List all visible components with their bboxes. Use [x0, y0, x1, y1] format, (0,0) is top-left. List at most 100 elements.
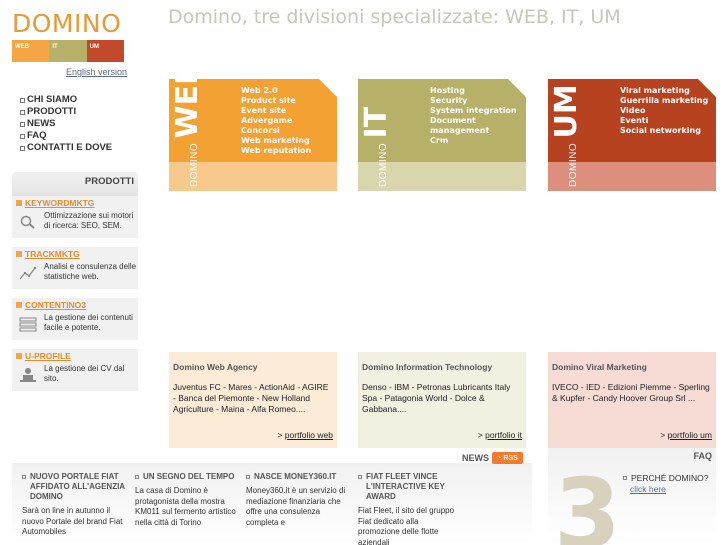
news-title-text: NASCE MONEY360.IT — [254, 472, 337, 481]
news-title-text: UN SEGNO DEL TEMPO — [143, 472, 235, 481]
layers-icon — [19, 317, 37, 332]
division-web[interactable]: DOMINO WEB Web 2.0 Product site Event si… — [169, 62, 337, 191]
division-brand: DOMINO UM — [549, 84, 584, 187]
service-item[interactable]: Product site — [241, 96, 311, 106]
square-bullet-icon — [623, 476, 627, 480]
product-keywordmktg[interactable]: KEYWORDMKTG Ottimizzazione sui motori di… — [12, 196, 138, 238]
service-item[interactable]: Eventi — [620, 116, 708, 126]
nav-item-contatti[interactable]: CONTATTI E DOVE — [20, 142, 112, 154]
agency-title: Domino Information Technology — [362, 362, 493, 372]
portfolio-it-link[interactable]: portfolio it — [485, 430, 522, 440]
service-item[interactable]: Crm — [430, 136, 526, 146]
product-u-profile[interactable]: U-PROFILE La gestione dei CV dal sito. — [12, 349, 138, 391]
service-item[interactable]: Event site — [241, 106, 311, 116]
service-item[interactable]: Advergame — [241, 116, 311, 126]
product-name: KEYWORDMKTG — [25, 198, 95, 208]
news-label: NEWS — [462, 453, 489, 463]
magnifier-icon — [20, 215, 35, 229]
product-name: CONTENTINO3 — [25, 300, 86, 310]
square-bullet-icon — [20, 145, 25, 151]
product-title[interactable]: KEYWORDMKTG — [16, 198, 94, 208]
service-item[interactable]: Video — [620, 106, 708, 116]
news-title[interactable]: NUOVO PORTALE FIAT AFFIDATO ALL'AGENZIA … — [22, 472, 126, 502]
portfolio-link-wrap: > portfolio it — [477, 430, 522, 440]
news-text: Fiat Fleet, il sito del gruppo Fiat dedi… — [358, 506, 455, 545]
product-desc: La gestione dei CV dal sito. — [44, 364, 125, 383]
service-item[interactable]: Web 2.0 — [241, 86, 311, 96]
agency-clients: Denso - IBM - Petronas Lubricants Italy … — [362, 382, 511, 414]
domino-logo[interactable]: DOMINO WEB IT UM — [12, 10, 124, 62]
nav-item-label: PRODOTTI — [27, 106, 77, 117]
logo-word: DOMINO — [12, 9, 122, 38]
rss-label: RSS — [503, 454, 518, 462]
brand-small: DOMINO — [568, 142, 579, 187]
rss-icon: ◔ — [497, 454, 502, 462]
news-title[interactable]: FIAT FLEET VINCE L'INTERACTIVE KEY AWARD — [358, 472, 462, 502]
faq-number: 3 — [554, 458, 621, 545]
brand-big: WEB — [170, 61, 205, 139]
service-item[interactable]: System integration — [430, 106, 526, 116]
square-bullet-icon — [20, 97, 25, 103]
division-services: Viral marketing Guerrilla marketing Vide… — [620, 86, 708, 136]
division-it[interactable]: DOMINO IT Hosting Security System integr… — [358, 79, 526, 191]
prodotti-title: PRODOTTI — [84, 176, 134, 187]
news-item[interactable]: NASCE MONEY360.IT Money360.it è un servi… — [246, 472, 350, 528]
portfolio-um-link[interactable]: portfolio um — [668, 430, 712, 440]
orange-bullet-icon — [16, 353, 22, 359]
division-services: Hosting Security System integration Docu… — [430, 86, 526, 146]
service-item[interactable]: Web reputation — [241, 146, 311, 156]
service-item[interactable]: Viral marketing — [620, 86, 708, 96]
product-title[interactable]: CONTENTINO3 — [16, 300, 86, 310]
service-item[interactable]: Concorsi — [241, 126, 311, 136]
product-title[interactable]: U-PROFILE — [16, 351, 71, 361]
faq-question[interactable]: PERCHÉ DOMINO? — [623, 473, 708, 483]
nav-item-faq[interactable]: FAQ — [20, 130, 112, 142]
news-item[interactable]: UN SEGNO DEL TEMPO La casa di Domino è p… — [135, 472, 239, 528]
service-item[interactable]: Document management — [430, 116, 526, 136]
portfolio-link-wrap: > portfolio web — [277, 430, 333, 440]
portfolio-web-link[interactable]: portfolio web — [285, 430, 333, 440]
nav-item-prodotti[interactable]: PRODOTTI — [20, 106, 112, 118]
square-bullet-icon — [20, 109, 25, 115]
nav-item-label: NEWS — [27, 118, 56, 129]
portfolio-link-wrap: > portfolio um — [660, 430, 712, 440]
rss-button[interactable]: ◔ RSS — [492, 452, 523, 464]
faq-click-here-link[interactable]: click here — [630, 484, 666, 494]
news-text: La casa di Domino è protagonista della m… — [135, 486, 236, 527]
division-um[interactable]: DOMINO UM Viral marketing Guerrilla mark… — [548, 79, 716, 191]
page-headline: Domino, tre divisioni specializzate: WEB… — [168, 6, 621, 28]
news-title-text: FIAT FLEET VINCE L'INTERACTIVE KEY AWARD — [366, 472, 445, 501]
news-title[interactable]: NASCE MONEY360.IT — [246, 472, 350, 482]
brand-big: UM — [549, 84, 584, 139]
english-version-link[interactable]: English version — [66, 67, 127, 77]
agency-clients: Juventus FC - Mares - ActionAid - AGIRE … — [173, 382, 329, 414]
nav-item-news[interactable]: NEWS — [20, 118, 112, 130]
division-brand: DOMINO WEB — [170, 61, 205, 187]
news-item[interactable]: NUOVO PORTALE FIAT AFFIDATO ALL'AGENZIA … — [22, 472, 126, 538]
service-item[interactable]: Social networking — [620, 126, 708, 136]
service-item[interactable]: Security — [430, 96, 526, 106]
product-contentino3[interactable]: CONTENTINO3 La gestione dei contenuti fa… — [12, 298, 138, 340]
news-item[interactable]: FIAT FLEET VINCE L'INTERACTIVE KEY AWARD… — [358, 472, 462, 545]
brand-small: DOMINO — [189, 142, 200, 187]
product-title[interactable]: TRACKMKTG — [16, 249, 80, 259]
service-item[interactable]: Hosting — [430, 86, 526, 96]
news-title[interactable]: UN SEGNO DEL TEMPO — [135, 472, 239, 482]
division-brand: DOMINO IT — [359, 107, 394, 187]
nav-item-label: FAQ — [27, 130, 47, 141]
nav-item-label: CHI SIAMO — [27, 94, 78, 105]
division-services: Web 2.0 Product site Event site Advergam… — [241, 86, 311, 156]
agency-clients: IVECO - IED - Edizioni Piemme - Sperling… — [552, 382, 710, 403]
square-bullet-icon — [20, 121, 25, 127]
nav-item-chi-siamo[interactable]: CHI SIAMO — [20, 94, 112, 106]
product-desc: Ottimizzazione sui motori di ricerca: SE… — [44, 211, 134, 230]
product-trackmktg[interactable]: TRACKMKTG Analisi e consulenza delle sta… — [12, 247, 138, 289]
service-item[interactable]: Guerrilla marketing — [620, 96, 708, 106]
chart-icon — [19, 266, 37, 280]
user-icon — [20, 368, 36, 382]
service-item[interactable]: Web marketing — [241, 136, 311, 146]
square-bullet-icon — [22, 475, 26, 479]
logo-bars: WEB IT UM — [12, 40, 124, 62]
square-bullet-icon — [20, 133, 25, 139]
product-desc: La gestione dei contenuti facile e poten… — [44, 313, 133, 332]
